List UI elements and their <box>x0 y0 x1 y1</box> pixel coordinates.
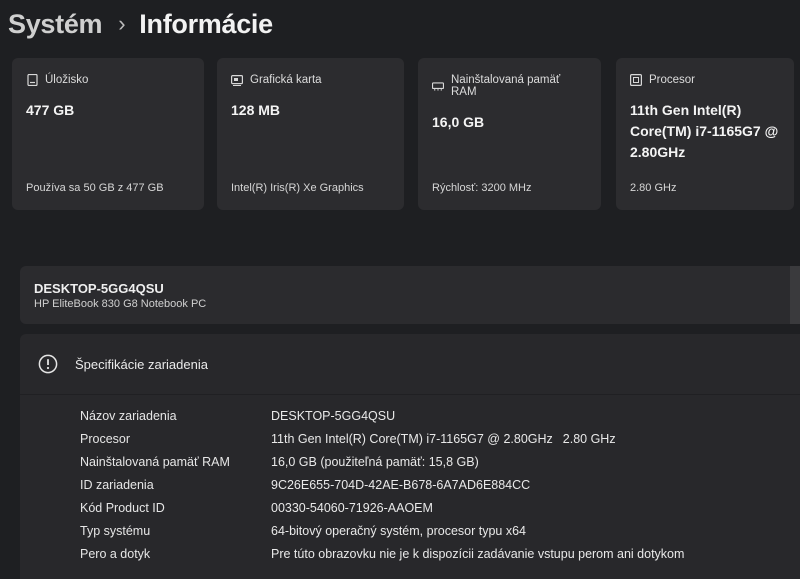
ram-icon <box>432 80 444 92</box>
spec-table: Názov zariadenia DESKTOP-5GG4QSU Proceso… <box>80 404 684 565</box>
spec-label: Názov zariadenia <box>80 408 177 423</box>
card-title: Procesor <box>649 74 696 86</box>
card-title: Úložisko <box>45 74 89 86</box>
spec-label: Nainštalovaná pamäť RAM <box>80 454 230 469</box>
processor-icon <box>630 74 642 86</box>
rename-button-edge[interactable] <box>790 266 800 324</box>
page-title: Informácie <box>139 8 273 39</box>
breadcrumb: Systém › Informácie <box>8 4 273 44</box>
device-specifications-title: Špecifikácie zariadenia <box>75 356 208 372</box>
device-model: HP EliteBook 830 G8 Notebook PC <box>34 298 207 310</box>
spec-label: Pero a dotyk <box>80 546 151 561</box>
storage-icon <box>26 74 38 86</box>
device-specifications-header[interactable]: Špecifikácie zariadenia <box>20 334 800 395</box>
card-subtext: 2.80 GHz <box>630 182 677 194</box>
spec-label: Kód Product ID <box>80 500 165 515</box>
graphics-card-icon <box>231 74 243 86</box>
device-name: DESKTOP-5GG4QSU <box>34 281 164 296</box>
spec-label: Typ systému <box>80 523 151 538</box>
spec-row-processor: Procesor 11th Gen Intel(R) Core(TM) i7-1… <box>80 427 684 450</box>
storage-card[interactable]: Úložisko 477 GB Používa sa 50 GB z 477 G… <box>12 58 204 210</box>
card-value: 128 MB <box>231 102 281 118</box>
device-specifications-panel: Špecifikácie zariadenia Názov zariadenia… <box>20 334 800 579</box>
card-title: Nainštalovaná pamäť RAM <box>451 74 561 98</box>
card-header: Procesor <box>630 74 780 86</box>
spec-row-product-id: Kód Product ID 00330-54060-71926-AAOEM <box>80 496 684 519</box>
spec-value-speed: 2.80 GHz <box>562 431 616 446</box>
card-value: 477 GB <box>26 102 75 118</box>
spec-row-device-id: ID zariadenia 9C26E655-704D-42AE-B678-6A… <box>80 473 684 496</box>
spec-row-system-type: Typ systému 64-bitový operačný systém, p… <box>80 519 684 542</box>
card-header: Grafická karta <box>231 74 390 86</box>
breadcrumb-separator: › <box>118 11 126 36</box>
graphics-card[interactable]: Grafická karta 128 MB Intel(R) Iris(R) X… <box>217 58 404 210</box>
processor-card[interactable]: Procesor 11th Gen Intel(R) Core(TM) i7-1… <box>616 58 794 210</box>
spec-value: DESKTOP-5GG4QSU <box>271 408 396 423</box>
card-header: Úložisko <box>26 74 190 86</box>
breadcrumb-parent-link[interactable]: Systém <box>8 9 103 40</box>
ram-card[interactable]: Nainštalovaná pamäť RAM 16,0 GB Rýchlosť… <box>418 58 601 210</box>
card-subtext: Rýchlosť: 3200 MHz <box>432 182 532 194</box>
spec-value: 00330-54060-71926-AAOEM <box>271 500 433 515</box>
spec-value: Pre túto obrazovku nie je k dispozícii z… <box>271 546 685 561</box>
device-name-section[interactable]: DESKTOP-5GG4QSU HP EliteBook 830 G8 Note… <box>20 266 800 324</box>
card-value: 16,0 GB <box>432 114 485 130</box>
card-subtext: Intel(R) Iris(R) Xe Graphics <box>231 182 364 194</box>
card-value: 11th Gen Intel(R) Core(TM) i7-1165G7 @ 2… <box>630 102 779 160</box>
spec-label: ID zariadenia <box>80 477 154 492</box>
spec-row-ram: Nainštalovaná pamäť RAM 16,0 GB (použite… <box>80 450 684 473</box>
spec-value-group: 11th Gen Intel(R) Core(TM) i7-1165G7 @ 2… <box>271 432 616 446</box>
spec-value: 16,0 GB (použiteľná pamäť: 15,8 GB) <box>271 454 479 469</box>
spec-row-pen-touch: Pero a dotyk Pre túto obrazovku nie je k… <box>80 542 684 565</box>
card-title: Grafická karta <box>250 74 322 86</box>
spec-value: 11th Gen Intel(R) Core(TM) i7-1165G7 @ 2… <box>271 431 553 446</box>
spec-row-device-name: Názov zariadenia DESKTOP-5GG4QSU <box>80 404 684 427</box>
info-icon <box>38 354 58 374</box>
spec-value: 64-bitový operačný systém, procesor typu… <box>271 523 526 538</box>
spec-value: 9C26E655-704D-42AE-B678-6A7AD6E884CC <box>271 477 531 492</box>
card-header: Nainštalovaná pamäť RAM <box>432 74 587 98</box>
card-subtext: Používa sa 50 GB z 477 GB <box>26 182 164 194</box>
spec-label: Procesor <box>80 431 131 446</box>
